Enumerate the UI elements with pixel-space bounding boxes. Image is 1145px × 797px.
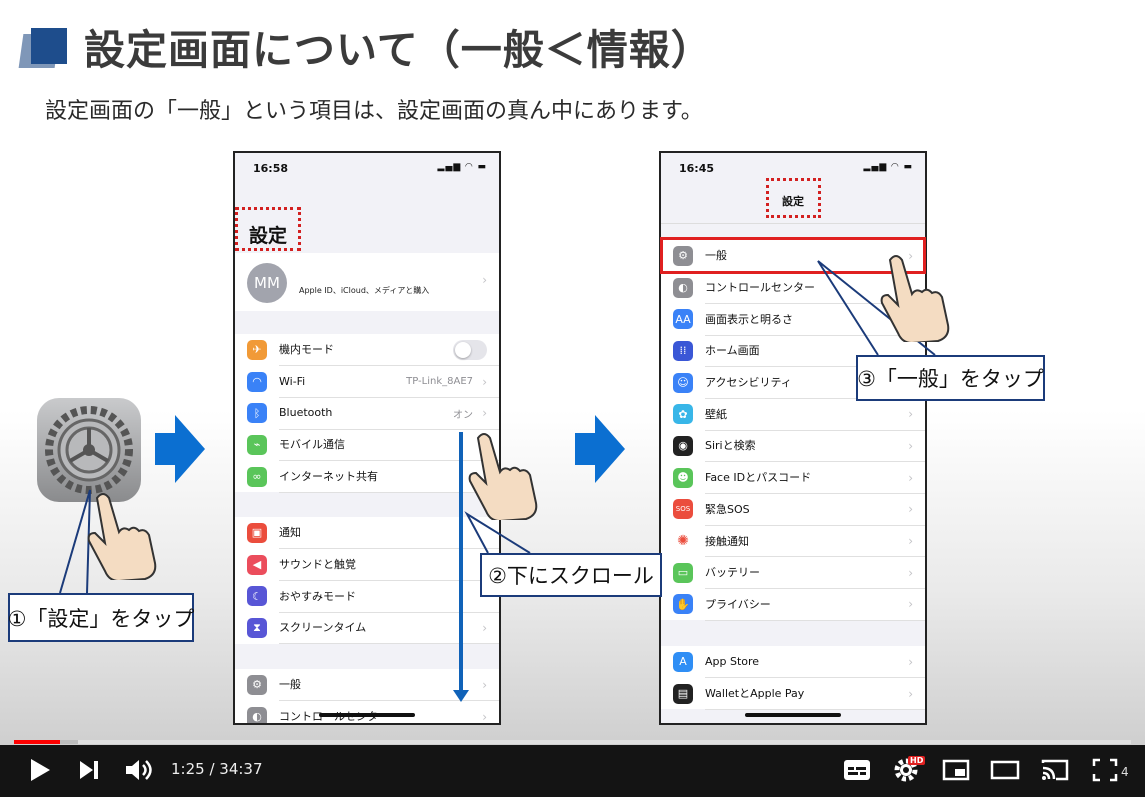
play-icon[interactable] (28, 757, 52, 783)
pointing-hand-icon (87, 493, 157, 580)
next-icon[interactable] (78, 759, 100, 781)
fullscreen-icon[interactable] (1092, 758, 1118, 782)
subtitles-icon[interactable] (843, 758, 871, 782)
volume-icon[interactable] (124, 757, 154, 783)
progress-bar[interactable] (14, 740, 1131, 744)
down-arrow-icon (453, 690, 469, 702)
pointing-hand-icon (468, 433, 538, 520)
time-display: 1:25 / 34:37 (171, 760, 263, 778)
miniplayer-icon[interactable] (942, 759, 970, 781)
callout-scroll-down: ②下にスクロール (480, 553, 662, 597)
hd-badge: HD (908, 756, 926, 765)
overflow-text: 4 (1121, 765, 1129, 779)
played-bar (14, 740, 60, 744)
callout-tap-general: ③「一般」をタップ (856, 355, 1045, 401)
cast-icon[interactable] (1040, 758, 1070, 782)
pointing-hand-icon (880, 255, 950, 342)
callout-tap-settings: ①「設定」をタップ (8, 593, 194, 642)
video-frame[interactable]: 設定画面について（一般＜情報） 設定画面の「一般」という項目は、設定画面の真ん中… (0, 0, 1145, 745)
theater-mode-icon[interactable] (990, 760, 1020, 780)
